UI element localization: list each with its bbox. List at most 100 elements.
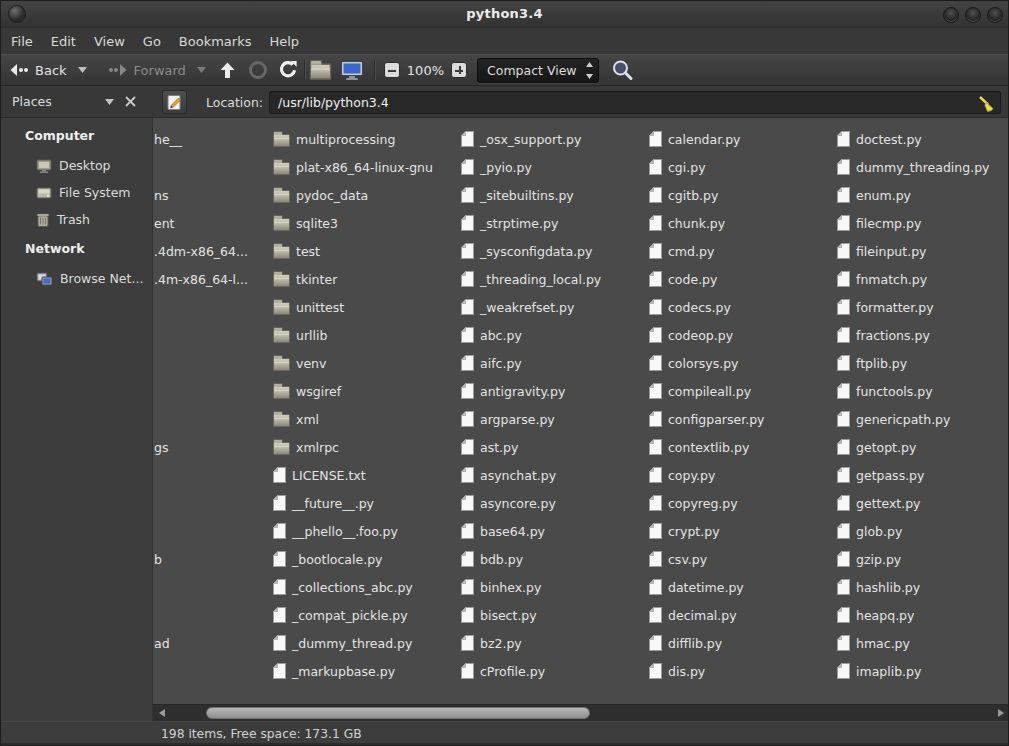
folder-item[interactable]: wsgiref [273, 377, 460, 405]
file-item[interactable]: colorsys.py [649, 349, 836, 377]
file-item[interactable]: fileinput.py [837, 237, 1008, 265]
places-close-icon[interactable] [125, 96, 136, 107]
folder-item[interactable]: multiprocessing [273, 125, 460, 153]
file-item[interactable]: bdb.py [461, 545, 648, 573]
clipped-file-name[interactable]: ns [154, 181, 168, 209]
folder-item[interactable]: xml [273, 405, 460, 433]
file-item[interactable]: crypt.py [649, 517, 836, 545]
file-item[interactable]: compileall.py [649, 377, 836, 405]
places-dropdown-icon[interactable] [105, 99, 114, 105]
view-mode-select[interactable]: Compact View [477, 58, 599, 83]
folder-item[interactable]: test [273, 237, 460, 265]
menu-edit[interactable]: Edit [42, 31, 85, 52]
file-item[interactable]: formatter.py [837, 293, 1008, 321]
file-item[interactable]: gzip.py [837, 545, 1008, 573]
folder-item[interactable]: xmlrpc [273, 433, 460, 461]
scroll-right-icon[interactable] [998, 709, 1004, 717]
file-item[interactable]: cmd.py [649, 237, 836, 265]
edit-location-button[interactable] [162, 90, 187, 114]
file-item[interactable]: configparser.py [649, 405, 836, 433]
folder-item[interactable]: sqlite3 [273, 209, 460, 237]
file-item[interactable]: enum.py [837, 181, 1008, 209]
close-button[interactable] [987, 7, 1003, 23]
file-item[interactable]: _threading_local.py [461, 265, 648, 293]
file-item[interactable]: _sitebuiltins.py [461, 181, 648, 209]
file-item[interactable]: copy.py [649, 461, 836, 489]
file-item[interactable]: cgitb.py [649, 181, 836, 209]
file-item[interactable]: chunk.py [649, 209, 836, 237]
folder-item[interactable]: unittest [273, 293, 460, 321]
menu-file[interactable]: File [2, 31, 42, 52]
menu-view[interactable]: View [85, 31, 134, 52]
sidebar-item-trash[interactable]: Trash [1, 206, 152, 233]
clipped-file-name[interactable]: b [154, 545, 162, 573]
file-item[interactable]: asynchat.py [461, 461, 648, 489]
file-item[interactable]: _bootlocale.py [273, 545, 460, 573]
menu-go[interactable]: Go [134, 31, 170, 52]
file-item[interactable]: hashlib.py [837, 573, 1008, 601]
file-item[interactable]: argparse.py [461, 405, 648, 433]
zoom-in-button[interactable] [451, 62, 467, 78]
file-item[interactable]: csv.py [649, 545, 836, 573]
file-item[interactable]: base64.py [461, 517, 648, 545]
location-input[interactable]: /usr/lib/python3.4 [269, 91, 1001, 114]
file-item[interactable]: difflib.py [649, 629, 836, 657]
file-item[interactable]: bisect.py [461, 601, 648, 629]
file-item[interactable]: LICENSE.txt [273, 461, 460, 489]
sidebar-item-browse-net-[interactable]: Browse Net... [1, 265, 152, 292]
file-item[interactable]: getpass.py [837, 461, 1008, 489]
file-item[interactable]: asyncore.py [461, 489, 648, 517]
file-item[interactable]: aifc.py [461, 349, 648, 377]
file-item[interactable]: binhex.py [461, 573, 648, 601]
menu-bookmarks[interactable]: Bookmarks [170, 31, 261, 52]
file-item[interactable]: _collections_abc.py [273, 573, 460, 601]
file-item[interactable]: codecs.py [649, 293, 836, 321]
file-item[interactable]: _pyio.py [461, 153, 648, 181]
file-item[interactable]: glob.py [837, 517, 1008, 545]
minimize-button[interactable] [943, 7, 959, 23]
file-item[interactable]: cgi.py [649, 153, 836, 181]
folder-item[interactable]: pydoc_data [273, 181, 460, 209]
file-item[interactable]: ast.py [461, 433, 648, 461]
clipped-file-name[interactable]: ent [154, 209, 175, 237]
file-item[interactable]: genericpath.py [837, 405, 1008, 433]
file-item[interactable]: bz2.py [461, 629, 648, 657]
file-item[interactable]: _markupbase.py [273, 657, 460, 685]
sidebar-item-desktop[interactable]: Desktop [1, 152, 152, 179]
file-item[interactable]: datetime.py [649, 573, 836, 601]
scrollbar-thumb[interactable] [206, 707, 590, 719]
file-item[interactable]: decimal.py [649, 601, 836, 629]
file-item[interactable]: gettext.py [837, 489, 1008, 517]
file-item[interactable]: heapq.py [837, 601, 1008, 629]
horizontal-scrollbar[interactable] [153, 704, 1008, 721]
file-item[interactable]: _compat_pickle.py [273, 601, 460, 629]
file-item[interactable]: contextlib.py [649, 433, 836, 461]
clipped-file-name[interactable]: he__ [154, 125, 182, 153]
back-dropdown-icon[interactable] [78, 67, 87, 73]
clipped-file-name[interactable]: ad [154, 629, 170, 657]
file-item[interactable]: calendar.py [649, 125, 836, 153]
file-item[interactable]: imaplib.py [837, 657, 1008, 685]
folder-item[interactable]: plat-x86_64-linux-gnu [273, 153, 460, 181]
clear-location-broom-icon[interactable] [976, 93, 997, 114]
file-item[interactable]: fnmatch.py [837, 265, 1008, 293]
file-item[interactable]: filecmp.py [837, 209, 1008, 237]
forward-dropdown-icon[interactable] [197, 67, 206, 73]
file-item[interactable]: cProfile.py [461, 657, 648, 685]
file-item[interactable]: fractions.py [837, 321, 1008, 349]
file-item[interactable]: hmac.py [837, 629, 1008, 657]
up-icon[interactable] [219, 62, 236, 79]
file-item[interactable]: code.py [649, 265, 836, 293]
file-item[interactable]: getopt.py [837, 433, 1008, 461]
stop-icon[interactable] [248, 60, 268, 80]
file-item[interactable]: _weakrefset.py [461, 293, 648, 321]
file-item[interactable]: functools.py [837, 377, 1008, 405]
folder-item[interactable]: urllib [273, 321, 460, 349]
file-item[interactable]: _sysconfigdata.py [461, 237, 648, 265]
file-item[interactable]: _dummy_thread.py [273, 629, 460, 657]
folder-item[interactable]: venv [273, 349, 460, 377]
file-item[interactable]: __future__.py [273, 489, 460, 517]
clipped-file-name[interactable]: gs [154, 433, 168, 461]
new-tab-folder-icon[interactable] [312, 62, 329, 78]
forward-button[interactable]: Forward [134, 63, 186, 78]
